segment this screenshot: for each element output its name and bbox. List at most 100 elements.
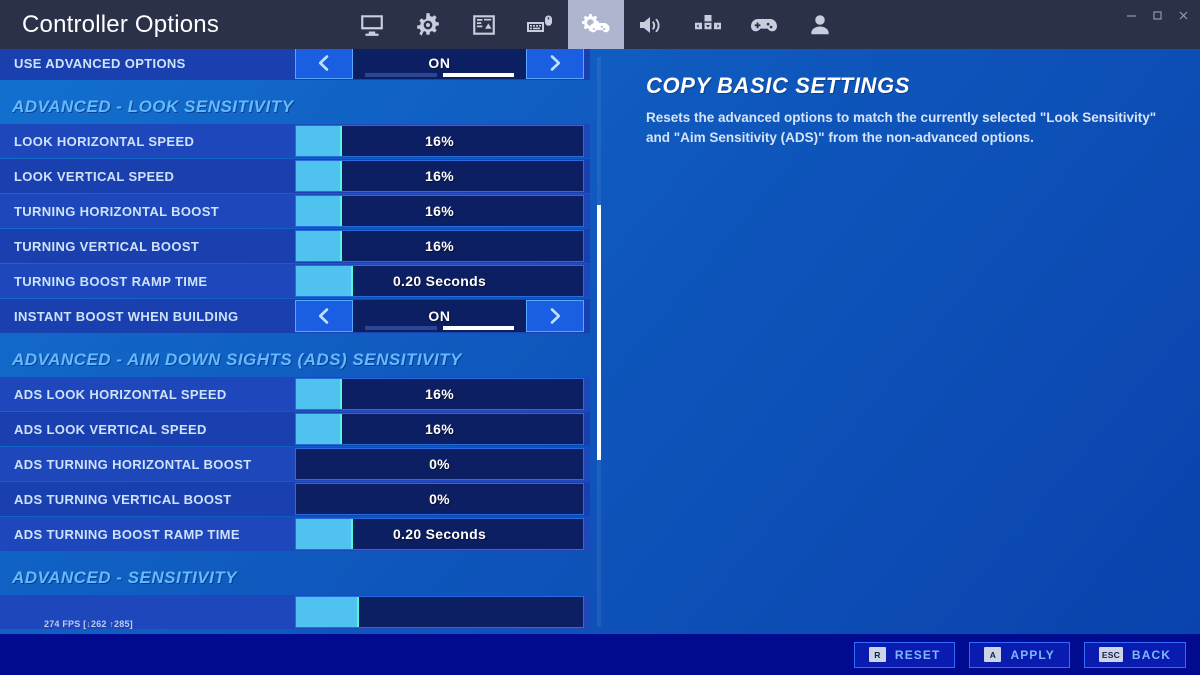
chevron-left-icon bbox=[318, 55, 329, 71]
settings-scrollbar-track[interactable] bbox=[597, 57, 601, 627]
slider-value: 16% bbox=[425, 168, 454, 184]
minimize-icon bbox=[1126, 14, 1136, 17]
settings-scrollbar-thumb[interactable] bbox=[597, 205, 601, 460]
setting-label: ADS Turning Vertical Boost bbox=[14, 491, 232, 507]
monitor-icon bbox=[361, 14, 383, 36]
settings-section-header: Advanced - Look Sensitivity bbox=[0, 80, 590, 124]
dpad-keys-icon bbox=[695, 14, 721, 29]
tab-audio[interactable] bbox=[624, 0, 680, 49]
button-key-hint: R bbox=[868, 647, 886, 662]
toggle-prev-button[interactable] bbox=[295, 300, 353, 332]
footer-button-apply[interactable]: A Apply bbox=[969, 641, 1070, 668]
chevron-left-icon bbox=[318, 308, 329, 324]
setting-slider[interactable]: 16% bbox=[295, 160, 584, 192]
setting-toggle[interactable]: ON bbox=[295, 300, 584, 332]
setting-slider[interactable]: 16% bbox=[295, 195, 584, 227]
setting-slider[interactable]: 0% bbox=[295, 483, 584, 515]
slider-value bbox=[296, 597, 583, 627]
toggle-indicator-segment bbox=[442, 326, 514, 330]
toggle-position-indicator bbox=[365, 73, 514, 77]
window-controls bbox=[1118, 0, 1196, 30]
tab-account[interactable] bbox=[792, 0, 848, 49]
toggle-indicator-segment bbox=[365, 326, 437, 330]
setting-label: Turning Vertical Boost bbox=[14, 238, 200, 254]
setting-slider[interactable]: 16% bbox=[295, 378, 584, 410]
hud-layout-icon bbox=[473, 14, 495, 35]
slider-value: 16% bbox=[425, 203, 454, 219]
toggle-next-button[interactable] bbox=[526, 300, 584, 332]
tab-game-settings[interactable] bbox=[400, 0, 456, 49]
description-title: Copy Basic Settings bbox=[646, 73, 911, 98]
toggle-indicator-segment bbox=[365, 73, 437, 77]
settings-row[interactable]: Look Vertical Speed 16% bbox=[0, 159, 590, 193]
button-key-hint: ESC bbox=[1098, 647, 1123, 662]
minimize-button[interactable] bbox=[1118, 2, 1144, 28]
button-label: Apply bbox=[1010, 647, 1055, 662]
maximize-button[interactable] bbox=[1144, 2, 1170, 28]
settings-row[interactable]: Turning Vertical Boost 16% bbox=[0, 229, 590, 263]
footer-button-reset[interactable]: R Reset bbox=[853, 641, 956, 668]
setting-slider[interactable]: 0.20 Seconds bbox=[295, 518, 584, 550]
setting-slider[interactable] bbox=[295, 596, 584, 628]
settings-row[interactable]: Look Horizontal Speed 16% bbox=[0, 124, 590, 158]
settings-row[interactable]: ADS Look Vertical Speed 16% bbox=[0, 412, 590, 446]
maximize-icon bbox=[1152, 10, 1162, 20]
settings-row[interactable]: Instant Boost When Building ON bbox=[0, 299, 590, 333]
tab-controller-options[interactable] bbox=[568, 0, 624, 49]
setting-slider[interactable]: 0% bbox=[295, 448, 584, 480]
gamepad-icon bbox=[751, 18, 777, 31]
settings-row[interactable]: Use Advanced Options ON bbox=[0, 49, 590, 80]
settings-section-header: Advanced - Aim Down Sights (ADS) Sensiti… bbox=[0, 333, 590, 377]
setting-label: Instant Boost When Building bbox=[14, 308, 239, 324]
setting-label: Turning Horizontal Boost bbox=[14, 203, 220, 219]
setting-toggle[interactable]: ON bbox=[295, 49, 584, 79]
toggle-value-area: ON bbox=[353, 300, 526, 332]
tab-gamepad[interactable] bbox=[736, 0, 792, 49]
tab-keybinds[interactable] bbox=[680, 0, 736, 49]
settings-row[interactable]: ADS Turning Horizontal Boost 0% bbox=[0, 447, 590, 481]
close-button[interactable] bbox=[1170, 2, 1196, 28]
toggle-position-indicator bbox=[365, 326, 514, 330]
setting-label: Use Advanced Options bbox=[14, 55, 186, 71]
footer-button-back[interactable]: ESC Back bbox=[1083, 641, 1186, 668]
setting-slider[interactable]: 16% bbox=[295, 125, 584, 157]
setting-slider[interactable]: 16% bbox=[295, 413, 584, 445]
toggle-prev-button[interactable] bbox=[295, 49, 353, 79]
settings-section-header: Advanced - Sensitivity bbox=[0, 551, 590, 595]
settings-row[interactable]: ADS Look Horizontal Speed 16% bbox=[0, 377, 590, 411]
settings-body: Edit Mode Sensitivity Multiplier2.5xUse … bbox=[0, 49, 1200, 634]
settings-tab-bar bbox=[344, 0, 848, 49]
settings-row[interactable]: ADS Turning Vertical Boost 0% bbox=[0, 482, 590, 516]
settings-row[interactable]: Turning Horizontal Boost 16% bbox=[0, 194, 590, 228]
tab-keyboard-mouse[interactable] bbox=[512, 0, 568, 49]
settings-row[interactable]: Turning Boost Ramp Time 0.20 Seconds bbox=[0, 264, 590, 298]
description-panel: Copy Basic Settings Resets the advanced … bbox=[612, 49, 1200, 634]
section-label: Advanced - Look Sensitivity bbox=[12, 97, 294, 116]
tab-video[interactable] bbox=[344, 0, 400, 49]
keyboard-mouse-icon bbox=[527, 15, 552, 32]
speaker-icon bbox=[640, 16, 660, 33]
title-bar: Controller Options bbox=[0, 0, 1200, 49]
setting-slider[interactable]: 0.20 Seconds bbox=[295, 265, 584, 297]
settings-row[interactable]: ADS Turning Boost Ramp Time 0.20 Seconds bbox=[0, 517, 590, 551]
button-label: Reset bbox=[894, 647, 941, 662]
fortnite-settings-screen: Controller Options USE ADVANCED OPTIONS … bbox=[0, 0, 1200, 675]
toggle-value: ON bbox=[428, 55, 451, 71]
slider-value: 0% bbox=[429, 491, 450, 507]
tab-hud-layout[interactable] bbox=[456, 0, 512, 49]
button-label: Back bbox=[1131, 647, 1171, 662]
toggle-value: ON bbox=[428, 308, 451, 324]
setting-slider[interactable]: 16% bbox=[295, 230, 584, 262]
slider-value: 16% bbox=[425, 238, 454, 254]
slider-value: 0% bbox=[429, 456, 450, 472]
controller-gear-icon bbox=[582, 13, 610, 32]
slider-value: 0.20 Seconds bbox=[392, 273, 487, 289]
page-title: Controller Options bbox=[22, 10, 220, 38]
setting-label: Turning Boost Ramp Time bbox=[14, 273, 208, 289]
settings-list-viewport: Edit Mode Sensitivity Multiplier2.5xUse … bbox=[0, 49, 612, 634]
section-label: Advanced - Sensitivity bbox=[12, 568, 238, 587]
setting-label: ADS Turning Boost Ramp Time bbox=[14, 526, 240, 542]
slider-value: 16% bbox=[425, 133, 454, 149]
button-key-hint: A bbox=[984, 647, 1002, 662]
toggle-next-button[interactable] bbox=[526, 49, 584, 79]
